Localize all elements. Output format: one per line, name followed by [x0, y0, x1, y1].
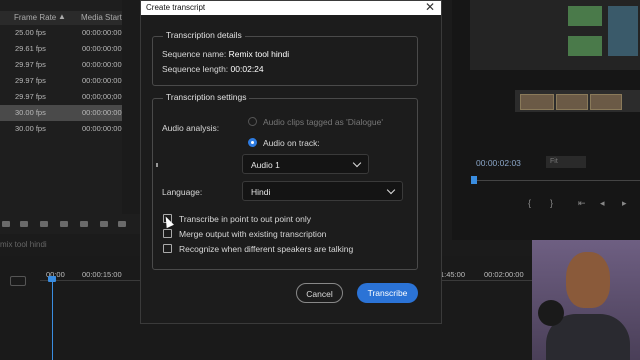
settings-legend: Transcription settings — [163, 92, 250, 102]
new-bin-icon[interactable] — [80, 221, 88, 227]
table-row[interactable]: 29.61 fps 00:00:00:00 — [0, 41, 122, 57]
label-merge: Merge output with existing transcription — [179, 229, 327, 239]
microphone-icon — [538, 300, 564, 326]
project-column-header: Frame Rate ▲ Media Start — [0, 11, 122, 25]
sequence-tab[interactable]: mix tool hindi — [0, 240, 60, 254]
sequence-name-value: Remix tool hindi — [228, 49, 290, 59]
create-transcript-dialog: Create transcript ✕ Transcription detail… — [140, 0, 442, 324]
go-to-in-icon[interactable]: ⇤ — [578, 198, 586, 209]
waveform-clip — [568, 6, 602, 26]
table-row[interactable]: 25.00 fps 00:00:00:00 — [0, 25, 122, 41]
table-row[interactable]: 29.97 fps 00;00;00;00 — [0, 89, 122, 105]
sort-up-icon[interactable]: ▲ — [58, 12, 66, 21]
program-playhead[interactable] — [471, 176, 477, 184]
timeline-timecode: 00:00:15:00 — [82, 270, 122, 279]
transcription-details-group — [152, 36, 418, 86]
webcam-overlay — [532, 240, 640, 360]
language-dropdown[interactable]: Hindi — [242, 181, 403, 201]
checkbox-speakers[interactable] — [163, 244, 172, 253]
column-frame-rate[interactable]: Frame Rate — [14, 13, 56, 22]
project-toolbar — [0, 214, 140, 234]
table-row[interactable]: 29.97 fps 00:00:00:00 — [0, 57, 122, 73]
video-clip[interactable] — [556, 94, 588, 110]
label-in-out: Transcribe in point to out point only — [179, 214, 311, 224]
waveform-clip — [568, 36, 602, 56]
radio-clips-tagged[interactable] — [248, 117, 257, 126]
program-scrub-bar[interactable] — [472, 180, 640, 181]
zoom-slider-icon[interactable] — [60, 221, 68, 227]
play-icon[interactable]: ▸ — [622, 198, 627, 209]
chevron-down-icon — [386, 185, 396, 195]
transcribe-button[interactable]: Transcribe — [357, 283, 418, 303]
program-timecode[interactable]: 00:00:02:03 — [476, 158, 521, 168]
list-view-icon[interactable] — [2, 221, 10, 227]
details-legend: Transcription details — [163, 30, 245, 40]
project-panel: Frame Rate ▲ Media Start 25.00 fps 00:00… — [0, 0, 122, 220]
video-clip[interactable] — [590, 94, 622, 110]
audio-waveform-display — [470, 0, 640, 70]
timeline-playhead[interactable] — [52, 276, 53, 360]
zoom-select[interactable]: Fit — [546, 156, 586, 168]
table-row[interactable]: 30.00 fps 00:00:00:00 — [0, 105, 122, 121]
chevron-down-icon — [352, 158, 362, 168]
playhead-handle[interactable] — [48, 276, 56, 282]
checkbox-merge[interactable] — [163, 229, 172, 238]
timeline-timecode: 1:45:00 — [440, 270, 466, 279]
option-clips-tagged: Audio clips tagged as 'Dialogue' — [263, 117, 383, 127]
icon-view-icon[interactable] — [20, 221, 28, 227]
close-icon[interactable]: ✕ — [425, 0, 435, 14]
dialog-title: Create transcript — [146, 3, 206, 12]
option-audio-on-track: Audio on track: — [263, 138, 320, 148]
label-speakers: Recognize when different speakers are ta… — [179, 244, 354, 254]
audio-track-dropdown[interactable]: Audio 1 — [242, 154, 369, 174]
sequence-name-row: Sequence name: Remix tool hindi — [162, 49, 290, 59]
waveform-clip — [608, 6, 638, 56]
trash-icon[interactable] — [118, 221, 126, 227]
mark-in-icon[interactable]: { — [528, 198, 531, 208]
cursor-mark-icon — [156, 163, 158, 167]
column-media-start[interactable]: Media Start — [81, 13, 122, 22]
table-row[interactable]: 30.00 fps 00:00:00:00 — [0, 121, 122, 137]
video-clip[interactable] — [520, 94, 554, 110]
freeform-view-icon[interactable] — [40, 221, 48, 227]
dialog-title-bar: Create transcript ✕ — [141, 0, 441, 15]
language-label: Language: — [162, 187, 203, 197]
radio-audio-on-track[interactable] — [248, 138, 257, 147]
snap-icon[interactable] — [10, 276, 26, 286]
audio-analysis-label: Audio analysis: — [162, 123, 220, 133]
mark-out-icon[interactable]: } — [550, 198, 553, 208]
new-item-icon[interactable] — [100, 221, 108, 227]
timeline-timecode: 00:02:00:00 — [484, 270, 524, 279]
table-row[interactable]: 29.97 fps 00:00:00:00 — [0, 73, 122, 89]
sequence-length-row: Sequence length: 00:02:24 — [162, 64, 264, 74]
cancel-button[interactable]: Cancel — [296, 283, 343, 303]
sequence-length-value: 00:02:24 — [230, 64, 264, 74]
step-back-icon[interactable]: ◂ — [600, 198, 605, 209]
